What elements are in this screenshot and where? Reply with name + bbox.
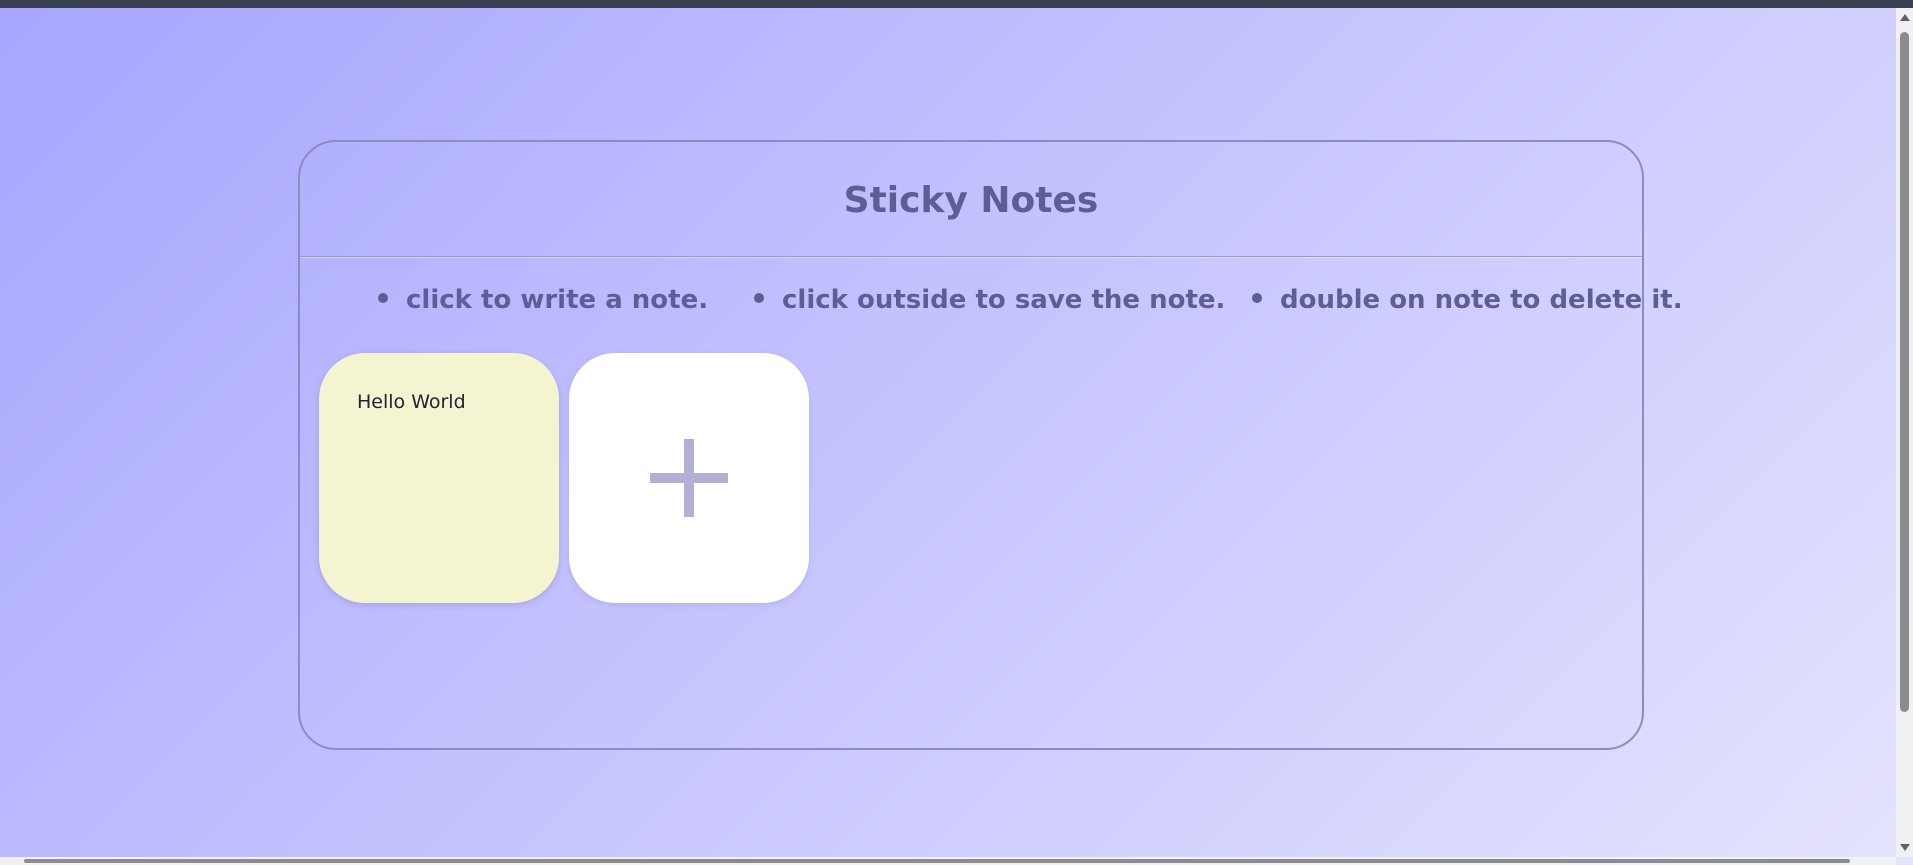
instruction-save: click outside to save the note. xyxy=(754,284,1225,316)
instruction-text: double on note to delete it. xyxy=(1280,285,1683,315)
browser-top-bar xyxy=(0,0,1913,8)
plus-icon xyxy=(650,439,728,517)
scroll-up-icon[interactable] xyxy=(1900,14,1910,21)
instruction-text: click outside to save the note. xyxy=(782,285,1226,315)
vertical-scrollbar[interactable] xyxy=(1896,8,1913,857)
instruction-write: click to write a note. xyxy=(378,284,708,316)
sticky-note[interactable]: Hello World xyxy=(319,353,559,603)
note-text[interactable]: Hello World xyxy=(357,391,466,413)
instruction-delete: double on note to delete it. xyxy=(1252,284,1683,316)
horizontal-scrollbar[interactable] xyxy=(0,857,1896,865)
horizontal-scroll-thumb[interactable] xyxy=(24,859,1850,863)
scroll-down-icon[interactable] xyxy=(1900,844,1910,851)
header: Sticky Notes xyxy=(300,142,1642,257)
instruction-text: click to write a note. xyxy=(406,285,709,315)
vertical-scroll-thumb[interactable] xyxy=(1900,32,1909,712)
bullet-icon xyxy=(1252,292,1262,303)
add-note-button[interactable] xyxy=(569,353,809,603)
bullet-icon xyxy=(754,292,764,303)
page-title: Sticky Notes xyxy=(843,180,1099,221)
bullet-icon xyxy=(378,292,388,303)
